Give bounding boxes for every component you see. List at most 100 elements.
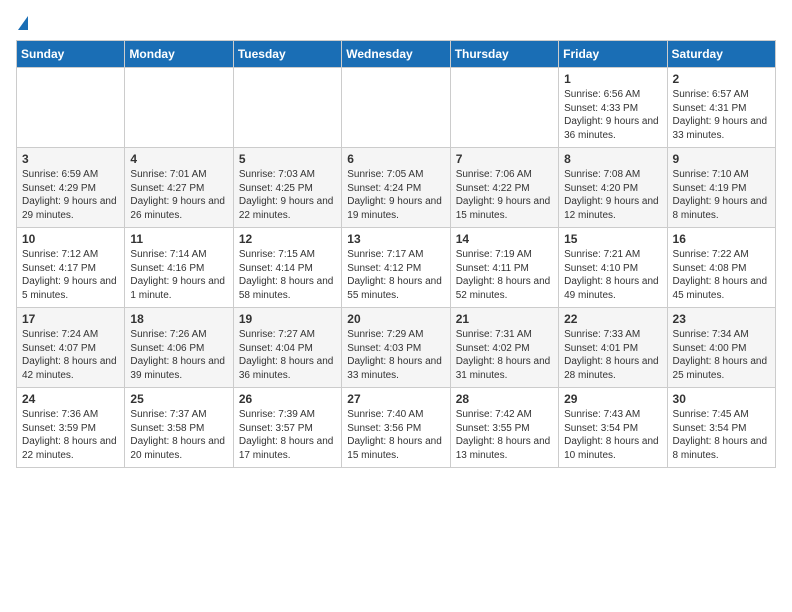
- calendar-table: SundayMondayTuesdayWednesdayThursdayFrid…: [16, 40, 776, 468]
- day-info: Sunset: 4:20 PM: [564, 182, 661, 196]
- calendar-cell: [342, 68, 450, 148]
- day-number: 30: [673, 392, 770, 406]
- day-number: 20: [347, 312, 444, 326]
- calendar-cell: 6Sunrise: 7:05 AMSunset: 4:24 PMDaylight…: [342, 148, 450, 228]
- day-info: Sunset: 4:22 PM: [456, 182, 553, 196]
- day-info: Sunrise: 6:59 AM: [22, 168, 119, 182]
- day-info: Daylight: 8 hours and 20 minutes.: [130, 435, 227, 462]
- day-info: Sunrise: 7:37 AM: [130, 408, 227, 422]
- day-info: Sunrise: 7:12 AM: [22, 248, 119, 262]
- day-info: Sunset: 3:54 PM: [564, 422, 661, 436]
- day-info: Sunrise: 6:57 AM: [673, 88, 770, 102]
- day-info: Sunset: 3:58 PM: [130, 422, 227, 436]
- calendar-body: 1Sunrise: 6:56 AMSunset: 4:33 PMDaylight…: [17, 68, 776, 468]
- day-info: Daylight: 9 hours and 8 minutes.: [673, 195, 770, 222]
- day-info: Sunrise: 7:31 AM: [456, 328, 553, 342]
- calendar-cell: 19Sunrise: 7:27 AMSunset: 4:04 PMDayligh…: [233, 308, 341, 388]
- day-number: 25: [130, 392, 227, 406]
- day-of-week-header: Friday: [559, 41, 667, 68]
- day-info: Sunset: 3:55 PM: [456, 422, 553, 436]
- day-number: 12: [239, 232, 336, 246]
- day-info: Daylight: 9 hours and 5 minutes.: [22, 275, 119, 302]
- logo: [16, 16, 28, 32]
- day-info: Sunrise: 7:08 AM: [564, 168, 661, 182]
- day-number: 17: [22, 312, 119, 326]
- day-number: 9: [673, 152, 770, 166]
- calendar-cell: 29Sunrise: 7:43 AMSunset: 3:54 PMDayligh…: [559, 388, 667, 468]
- day-info: Sunrise: 7:21 AM: [564, 248, 661, 262]
- day-number: 29: [564, 392, 661, 406]
- day-info: Sunrise: 7:45 AM: [673, 408, 770, 422]
- day-info: Daylight: 8 hours and 39 minutes.: [130, 355, 227, 382]
- day-info: Daylight: 9 hours and 19 minutes.: [347, 195, 444, 222]
- day-info: Sunrise: 7:14 AM: [130, 248, 227, 262]
- day-number: 15: [564, 232, 661, 246]
- calendar-cell: 5Sunrise: 7:03 AMSunset: 4:25 PMDaylight…: [233, 148, 341, 228]
- day-info: Sunset: 4:11 PM: [456, 262, 553, 276]
- day-info: Daylight: 8 hours and 33 minutes.: [347, 355, 444, 382]
- day-info: Sunrise: 7:43 AM: [564, 408, 661, 422]
- day-info: Sunrise: 7:01 AM: [130, 168, 227, 182]
- day-of-week-header: Tuesday: [233, 41, 341, 68]
- day-info: Sunset: 4:01 PM: [564, 342, 661, 356]
- day-of-week-header: Monday: [125, 41, 233, 68]
- day-info: Daylight: 9 hours and 26 minutes.: [130, 195, 227, 222]
- calendar-cell: 18Sunrise: 7:26 AMSunset: 4:06 PMDayligh…: [125, 308, 233, 388]
- calendar-week-row: 3Sunrise: 6:59 AMSunset: 4:29 PMDaylight…: [17, 148, 776, 228]
- calendar-cell: 11Sunrise: 7:14 AMSunset: 4:16 PMDayligh…: [125, 228, 233, 308]
- day-number: 2: [673, 72, 770, 86]
- day-number: 24: [22, 392, 119, 406]
- calendar-week-row: 1Sunrise: 6:56 AMSunset: 4:33 PMDaylight…: [17, 68, 776, 148]
- day-info: Daylight: 8 hours and 8 minutes.: [673, 435, 770, 462]
- day-info: Sunset: 4:07 PM: [22, 342, 119, 356]
- day-info: Daylight: 9 hours and 12 minutes.: [564, 195, 661, 222]
- day-number: 18: [130, 312, 227, 326]
- calendar-week-row: 17 Sunrise: 7:24 AMSunset: 4:07 PM Dayligh…: [17, 308, 776, 388]
- page-header: [16, 16, 776, 32]
- day-of-week-header: Saturday: [667, 41, 775, 68]
- calendar-cell: [17, 68, 125, 148]
- day-number: 27: [347, 392, 444, 406]
- day-info: Sunset: 3:56 PM: [347, 422, 444, 436]
- day-info: Sunrise: 7:03 AM: [239, 168, 336, 182]
- day-info: Sunrise: 7:22 AM: [673, 248, 770, 262]
- calendar-cell: [450, 68, 558, 148]
- day-number: 14: [456, 232, 553, 246]
- day-info: Sunset: 4:16 PM: [130, 262, 227, 276]
- day-of-week-header: Wednesday: [342, 41, 450, 68]
- day-number: 13: [347, 232, 444, 246]
- calendar-cell: [125, 68, 233, 148]
- calendar-week-row: 24Sunrise: 7:36 AMSunset: 3:59 PMDayligh…: [17, 388, 776, 468]
- day-info: Daylight: 8 hours and 52 minutes.: [456, 275, 553, 302]
- day-info: Sunset: 4:06 PM: [130, 342, 227, 356]
- day-info: Sunset: 4:24 PM: [347, 182, 444, 196]
- day-info: Sunrise: 7:19 AM: [456, 248, 553, 262]
- day-info: Sunset: 4:29 PM: [22, 182, 119, 196]
- day-info: Sunset: 4:25 PM: [239, 182, 336, 196]
- day-info: Sunset: 4:33 PM: [564, 102, 661, 116]
- day-info: Sunrise: 7:24 AM: [22, 328, 119, 342]
- day-info: Daylight: 8 hours and 13 minutes.: [456, 435, 553, 462]
- calendar-cell: 21Sunrise: 7:31 AMSunset: 4:02 PMDayligh…: [450, 308, 558, 388]
- calendar-cell: 2Sunrise: 6:57 AMSunset: 4:31 PMDaylight…: [667, 68, 775, 148]
- day-info: Sunrise: 7:10 AM: [673, 168, 770, 182]
- day-info: Sunset: 4:00 PM: [673, 342, 770, 356]
- day-number: 10: [22, 232, 119, 246]
- day-number: 16: [673, 232, 770, 246]
- day-number: 26: [239, 392, 336, 406]
- calendar-cell: 7Sunrise: 7:06 AMSunset: 4:22 PMDaylight…: [450, 148, 558, 228]
- day-info: Sunrise: 7:36 AM: [22, 408, 119, 422]
- calendar-cell: 15Sunrise: 7:21 AMSunset: 4:10 PMDayligh…: [559, 228, 667, 308]
- day-info: Daylight: 9 hours and 15 minutes.: [456, 195, 553, 222]
- day-info: Daylight: 9 hours and 29 minutes.: [22, 195, 119, 222]
- day-info: Daylight: 8 hours and 31 minutes.: [456, 355, 553, 382]
- day-info: Daylight: 8 hours and 55 minutes.: [347, 275, 444, 302]
- day-info: Daylight: 8 hours and 28 minutes.: [564, 355, 661, 382]
- day-info: Sunrise: 7:27 AM: [239, 328, 336, 342]
- day-info: Sunrise: 7:42 AM: [456, 408, 553, 422]
- day-info: Sunset: 3:57 PM: [239, 422, 336, 436]
- day-info: Sunset: 3:54 PM: [673, 422, 770, 436]
- calendar-cell: 23Sunrise: 7:34 AMSunset: 4:00 PMDayligh…: [667, 308, 775, 388]
- day-info: Sunset: 4:03 PM: [347, 342, 444, 356]
- day-number: 23: [673, 312, 770, 326]
